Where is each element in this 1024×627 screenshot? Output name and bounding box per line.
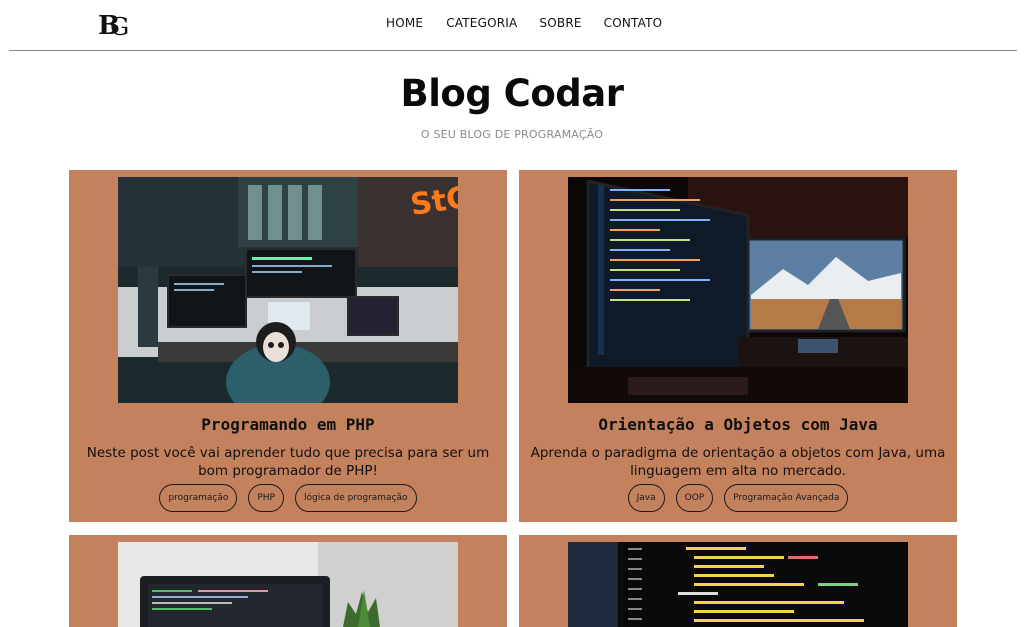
svg-text:G: G xyxy=(110,13,129,40)
nav-home[interactable]: HOME xyxy=(386,16,423,30)
tag-chip[interactable]: programação xyxy=(159,484,238,512)
header-divider xyxy=(9,50,1017,51)
nav-categoria[interactable]: CATEGORIA xyxy=(446,16,517,30)
post-tags: programação PHP lógica de programação xyxy=(69,484,507,512)
tag-chip[interactable]: PHP xyxy=(248,484,284,512)
post-card[interactable]: Orientação a Objetos com Java Aprenda o … xyxy=(519,170,957,522)
post-tags: Java OOP Programação Avançada xyxy=(519,484,957,512)
post-image[interactable] xyxy=(568,542,908,627)
post-description: Neste post você vai aprender tudo que pr… xyxy=(86,445,490,479)
svg-text:StG: StG xyxy=(408,180,458,223)
nav-contato[interactable]: CONTATO xyxy=(604,16,663,30)
post-card[interactable]: StG Programando em PHP Neste post você v… xyxy=(69,170,507,522)
post-title[interactable]: Programando em PHP xyxy=(69,415,507,434)
post-card[interactable] xyxy=(519,535,957,627)
tag-chip[interactable]: Programação Avançada xyxy=(724,484,849,512)
logo[interactable]: B G xyxy=(96,8,134,40)
page-subtitle: O SEU BLOG DE PROGRAMAÇÃO xyxy=(420,128,604,141)
main-nav: HOME CATEGORIA SOBRE CONTATO xyxy=(386,16,662,30)
post-card[interactable] xyxy=(69,535,507,627)
tag-chip[interactable]: Java xyxy=(627,484,665,512)
site-header: B G HOME CATEGORIA SOBRE CONTATO xyxy=(0,0,1024,52)
post-image[interactable]: StG xyxy=(118,177,458,403)
nav-sobre[interactable]: SOBRE xyxy=(539,16,581,30)
tag-chip[interactable]: lógica de programação xyxy=(294,484,417,512)
post-title[interactable]: Orientação a Objetos com Java xyxy=(519,415,957,434)
post-image[interactable] xyxy=(118,542,458,627)
page-title: Blog Codar xyxy=(400,72,624,115)
logo-icon: B G xyxy=(98,11,129,40)
tag-chip[interactable]: OOP xyxy=(675,484,714,512)
post-description: Aprenda o paradigma de orientação a obje… xyxy=(530,445,946,479)
post-image[interactable] xyxy=(568,177,908,403)
